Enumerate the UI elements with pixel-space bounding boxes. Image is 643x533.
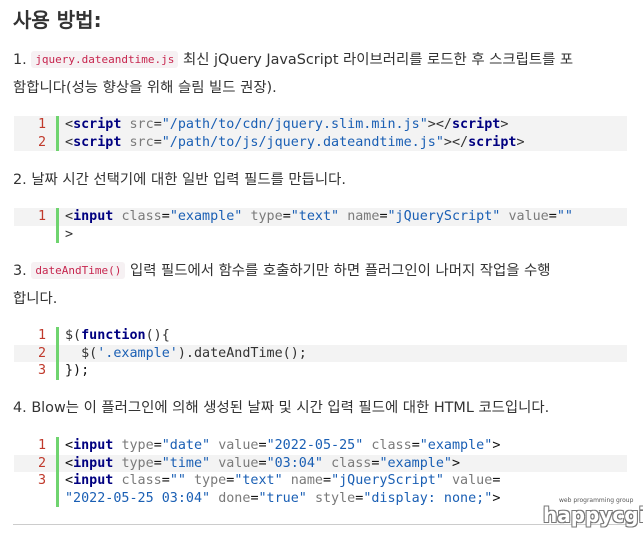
line-number: 1 <box>14 208 59 226</box>
step-4-line-1: Blow는 이 플러그인에 의해 생성된 날짜 및 시간 입력 필드에 대한 H… <box>31 400 550 416</box>
code-text: > <box>65 226 74 242</box>
step-2-text: 2. 날짜 시간 선택기에 대한 일반 입력 필드를 만듭니다. <box>13 166 633 194</box>
code-line-wrap: > <box>14 225 627 243</box>
line-number-gutter <box>14 225 59 243</box>
code-line: 3 }); <box>14 362 627 380</box>
code-line: 1 <script src="/path/to/cdn/jquery.slim.… <box>14 116 627 134</box>
code-text: }); <box>65 363 90 378</box>
step-2-line-1: 날짜 시간 선택기에 대한 일반 입력 필드를 만듭니다. <box>31 172 346 188</box>
code-text: $('.example').dateAndTime(); <box>65 345 307 361</box>
step-1-line-1: 최신 jQuery JavaScript 라이브러리를 로드한 후 스크립트를 … <box>182 52 574 68</box>
line-number: 2 <box>14 133 59 151</box>
code-text: <input class="" type="text" name="jQuery… <box>65 473 501 488</box>
code-line: 2 <script src="/path/to/js/jquery.datean… <box>14 133 627 151</box>
article-content: 사용 방법: 1. jquery.dateandtime.js 최신 jQuer… <box>0 0 643 533</box>
step-3-number: 3. <box>13 263 27 279</box>
code-line: 1 <input class="example" type="text" nam… <box>14 208 627 226</box>
step-3-line-1: 입력 필드에서 함수를 호출하기만 하면 플러그인이 나머지 작업을 수행 <box>129 263 551 279</box>
happycgi-logo: web programming group happycgi <box>537 497 643 527</box>
step-3-text: 3. dateAndTime() 입력 필드에서 함수를 호출하기만 하면 플러… <box>13 257 633 313</box>
code-line: 2 $('.example').dateAndTime(); <box>14 344 627 362</box>
code-text: "2022-05-25 03:04" done="true" style="di… <box>65 490 501 506</box>
code-text: <input type="date" value="2022-05-25" cl… <box>65 438 501 453</box>
line-number: 1 <box>14 116 59 134</box>
step-1-line-2: 함합니다(성능 향상을 위해 슬림 빌드 권장). <box>13 80 277 96</box>
code-text: <input type="time" value="03:04" class="… <box>65 455 461 471</box>
line-number-gutter <box>14 489 59 507</box>
code-text: <input class="example" type="text" name=… <box>65 209 573 224</box>
code-line: 2 <input type="time" value="03:04" class… <box>14 454 627 472</box>
code-text: <script src="/path/to/js/jquery.dateandt… <box>65 134 525 150</box>
code-block-1: 1 <script src="/path/to/cdn/jquery.slim.… <box>14 116 627 151</box>
divider-line <box>13 524 628 525</box>
inline-code-function: dateAndTime() <box>31 262 126 279</box>
section-heading: 사용 방법: <box>13 8 102 32</box>
code-text: <script src="/path/to/cdn/jquery.slim.mi… <box>65 117 509 132</box>
code-block-2: 1 <input class="example" type="text" nam… <box>14 208 627 243</box>
inline-code-filename: jquery.dateandtime.js <box>31 51 179 68</box>
line-number: 3 <box>14 472 59 490</box>
step-4-number: 4. <box>13 400 27 416</box>
code-line-wrap: "2022-05-25 03:04" done="true" style="di… <box>14 489 627 507</box>
step-1-number: 1. <box>13 52 27 68</box>
step-1-text: 1. jquery.dateandtime.js 최신 jQuery JavaS… <box>13 46 633 102</box>
line-number: 3 <box>14 362 59 380</box>
step-4-text: 4. Blow는 이 플러그인에 의해 생성된 날짜 및 시간 입력 필드에 대… <box>13 394 633 422</box>
step-3-line-2: 합니다. <box>13 291 58 307</box>
code-line: 1 $(function(){ <box>14 327 627 345</box>
line-number: 1 <box>14 437 59 455</box>
step-2-number: 2. <box>13 172 27 188</box>
line-number: 2 <box>14 344 59 362</box>
code-block-4: 1 <input type="date" value="2022-05-25" … <box>14 437 627 507</box>
code-block-3: 1 $(function(){ 2 $('.example').dateAndT… <box>14 327 627 380</box>
code-line: 1 <input type="date" value="2022-05-25" … <box>14 437 627 455</box>
logo-name: happycgi <box>543 503 643 527</box>
line-number: 2 <box>14 454 59 472</box>
code-text: $(function(){ <box>65 328 170 343</box>
code-line: 3 <input class="" type="text" name="jQue… <box>14 472 627 490</box>
line-number: 1 <box>14 327 59 345</box>
